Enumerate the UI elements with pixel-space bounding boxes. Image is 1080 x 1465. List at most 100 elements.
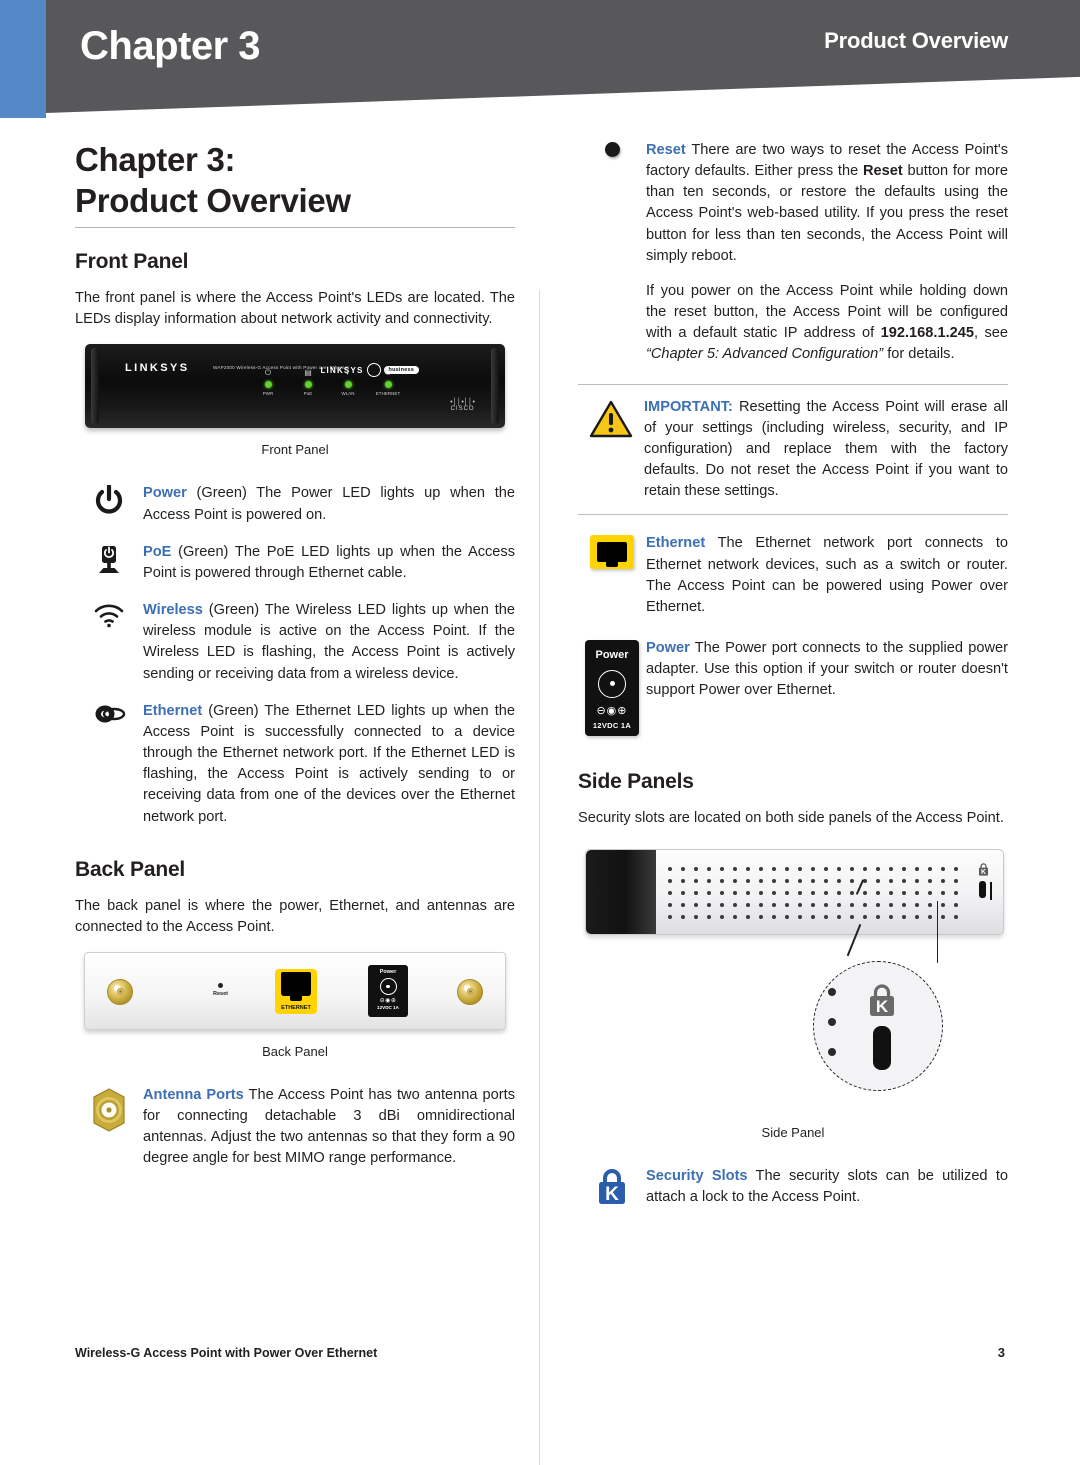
antenna-port-right-icon (457, 978, 483, 1005)
footer-page-number: 3 (997, 1345, 1005, 1360)
term-description: (Green) The Ethernet LED lights up when … (143, 702, 515, 825)
security-slots-text: Security Slots The security slots can be… (646, 1166, 1008, 1208)
reset-section-text: Reset There are two ways to reset the Ac… (646, 140, 1008, 366)
reset-p2-b: , see (973, 325, 1008, 342)
led-ethernet-glyph-icon: ⬭ (384, 368, 392, 378)
led-power-glyph-icon: ⏻ (264, 368, 272, 378)
side-panel-end-cap (585, 850, 656, 935)
device-led: ◐ WLAN (335, 368, 361, 396)
kensington-lock-icon: K (578, 1166, 646, 1208)
antenna-ports-text: Antenna Ports The Access Point has two a… (143, 1085, 515, 1170)
barrel-jack-icon (379, 977, 397, 995)
back-panel-heading: Back Panel (75, 857, 186, 881)
callout-vent-dots (827, 988, 836, 1078)
power-icon (75, 483, 143, 525)
led-item-ethernet: Ethernet (Green) The Ethernet LED lights… (75, 701, 515, 828)
callout-leader-line (936, 901, 939, 964)
power-jack-label: Power (379, 968, 397, 975)
kensington-lock-icon: K (868, 984, 896, 1017)
power-jack-label: Power (595, 648, 629, 661)
vent-hole-grid (667, 867, 958, 920)
antenna-port-icon (75, 1085, 143, 1170)
reset-hole-icon (217, 982, 223, 988)
term-description: The Power port connects to the supplied … (646, 639, 1008, 699)
port-item-power: Power ⊖◉⊕ 12VDC 1A Power The Power port … (578, 638, 1008, 736)
vent-row (667, 867, 958, 872)
term-label: Reset (646, 142, 686, 158)
rj45-hole-icon (281, 971, 311, 996)
back-panel-item-antenna-ports: Antenna Ports The Access Point has two a… (75, 1085, 515, 1170)
side-panels-intro: Security slots are located on both side … (578, 809, 1004, 826)
term-label: Wireless (143, 602, 203, 619)
led-label: PoE (303, 391, 313, 397)
footer-title: Wireless-G Access Point with Power Over … (75, 1346, 378, 1360)
term-label: Antenna Ports (143, 1086, 244, 1103)
header-chapter-label: Chapter 3 (80, 24, 261, 68)
side-panel-item-security-slots: K Security Slots The security slots can … (578, 1166, 1008, 1208)
power-rating-label: 12VDC 1A (592, 720, 632, 730)
term-description: (Green) The Power LED lights up when the… (143, 485, 515, 523)
device-led-cluster: ⏻ PWR ▤ PoE ◐ WLAN ⬭ ETHERNET (255, 368, 401, 396)
device-led: ▤ PoE (295, 368, 321, 396)
bullet-dot (604, 142, 620, 157)
security-slot (978, 881, 986, 899)
front-panel-device-image: LINKSYS WAP2000 Wireless-G Access Point … (85, 344, 505, 429)
column-divider (539, 290, 540, 1465)
led-item-poe: PoE (Green) The PoE LED lights up when t… (75, 542, 515, 584)
led-item-ethernet-text: Ethernet (Green) The Ethernet LED lights… (143, 701, 515, 828)
wireless-icon (75, 600, 143, 685)
port-item-power-text: Power The Power port connects to the sup… (646, 638, 1008, 736)
led-item-poe-text: PoE (Green) The PoE LED lights up when t… (143, 542, 515, 584)
reset-p1-bold: Reset (863, 163, 903, 180)
header-section-label: Product Overview (824, 28, 1008, 53)
page-title: Chapter 3: Product Overview (75, 140, 515, 221)
warning-triangle-icon (578, 397, 644, 503)
led-item-power-text: Power (Green) The Power LED lights up wh… (143, 483, 515, 525)
term-label: PoE (143, 543, 172, 560)
reset-button-marker: Reset (213, 982, 228, 997)
poe-device-icon (75, 542, 143, 584)
term-label: Security Slots (646, 1168, 748, 1185)
side-panel-figure-caption: Side Panel (761, 1125, 825, 1141)
front-panel-figure-caption: Front Panel (261, 442, 329, 458)
device-led: ⬭ ETHERNET (375, 368, 401, 396)
ethernet-jack-graphic (590, 535, 634, 570)
led-label: ETHERNET (375, 391, 401, 397)
rj45-hole-icon (597, 542, 627, 563)
note-bottom-rule (578, 514, 1008, 516)
side-panel-figure: K K (581, 843, 1006, 1123)
note-content: IMPORTANT: Resetting the Access Point wi… (578, 385, 1008, 515)
reset-p2-italic: “Chapter 5: Advanced Configuration” (646, 346, 884, 363)
power-polarity-icon: ⊖◉⊕ (596, 704, 628, 717)
term-label: Power (143, 485, 187, 502)
reset-label: Reset (213, 990, 228, 997)
led-indicator (264, 381, 272, 389)
power-jack-graphic: Power ⊖◉⊕ 12VDC 1A (585, 639, 639, 736)
led-item-power: Power (Green) The Power LED lights up wh… (75, 483, 515, 525)
term-label: Ethernet (143, 702, 203, 719)
port-item-ethernet-text: Ethernet The Ethernet network port conne… (646, 533, 1008, 618)
cisco-bars-icon: •││•││• (450, 399, 475, 407)
device-brand-linksys: LINKSYS (125, 362, 190, 375)
page-title-line2: Product Overview (75, 181, 351, 219)
cisco-wordmark: CISCO (450, 406, 475, 413)
reset-p2-ip: 192.168.1.245 (880, 325, 974, 342)
page-title-line1: Chapter 3: (75, 141, 236, 178)
led-label: PWR (262, 391, 274, 397)
important-note-text: IMPORTANT: Resetting the Access Point wi… (644, 397, 1008, 503)
cisco-logo: •││•││• CISCO (450, 399, 475, 412)
reset-p2-c: for details. (883, 346, 955, 363)
back-panel-intro: The back panel is where the power, Ether… (75, 897, 515, 935)
vent-row (667, 891, 958, 896)
side-panel-device-image: K (584, 849, 1004, 936)
port-item-ethernet: Ethernet The Ethernet network port conne… (578, 533, 1008, 618)
reset-bullet-icon (578, 140, 646, 366)
side-panels-heading: Side Panels (578, 769, 694, 793)
antenna-port-left-icon (107, 978, 133, 1005)
reset-section-item: Reset There are two ways to reset the Ac… (578, 140, 1008, 366)
reset-paragraph-2: If you power on the Access Point while h… (646, 281, 1008, 366)
term-description: (Green) The PoE LED lights up when the A… (143, 543, 515, 581)
power-port-icon: Power ⊖◉⊕ 12VDC 1A (578, 638, 646, 736)
page-footer: Wireless-G Access Point with Power Over … (75, 1345, 1005, 1360)
important-label: IMPORTANT: (644, 398, 733, 415)
